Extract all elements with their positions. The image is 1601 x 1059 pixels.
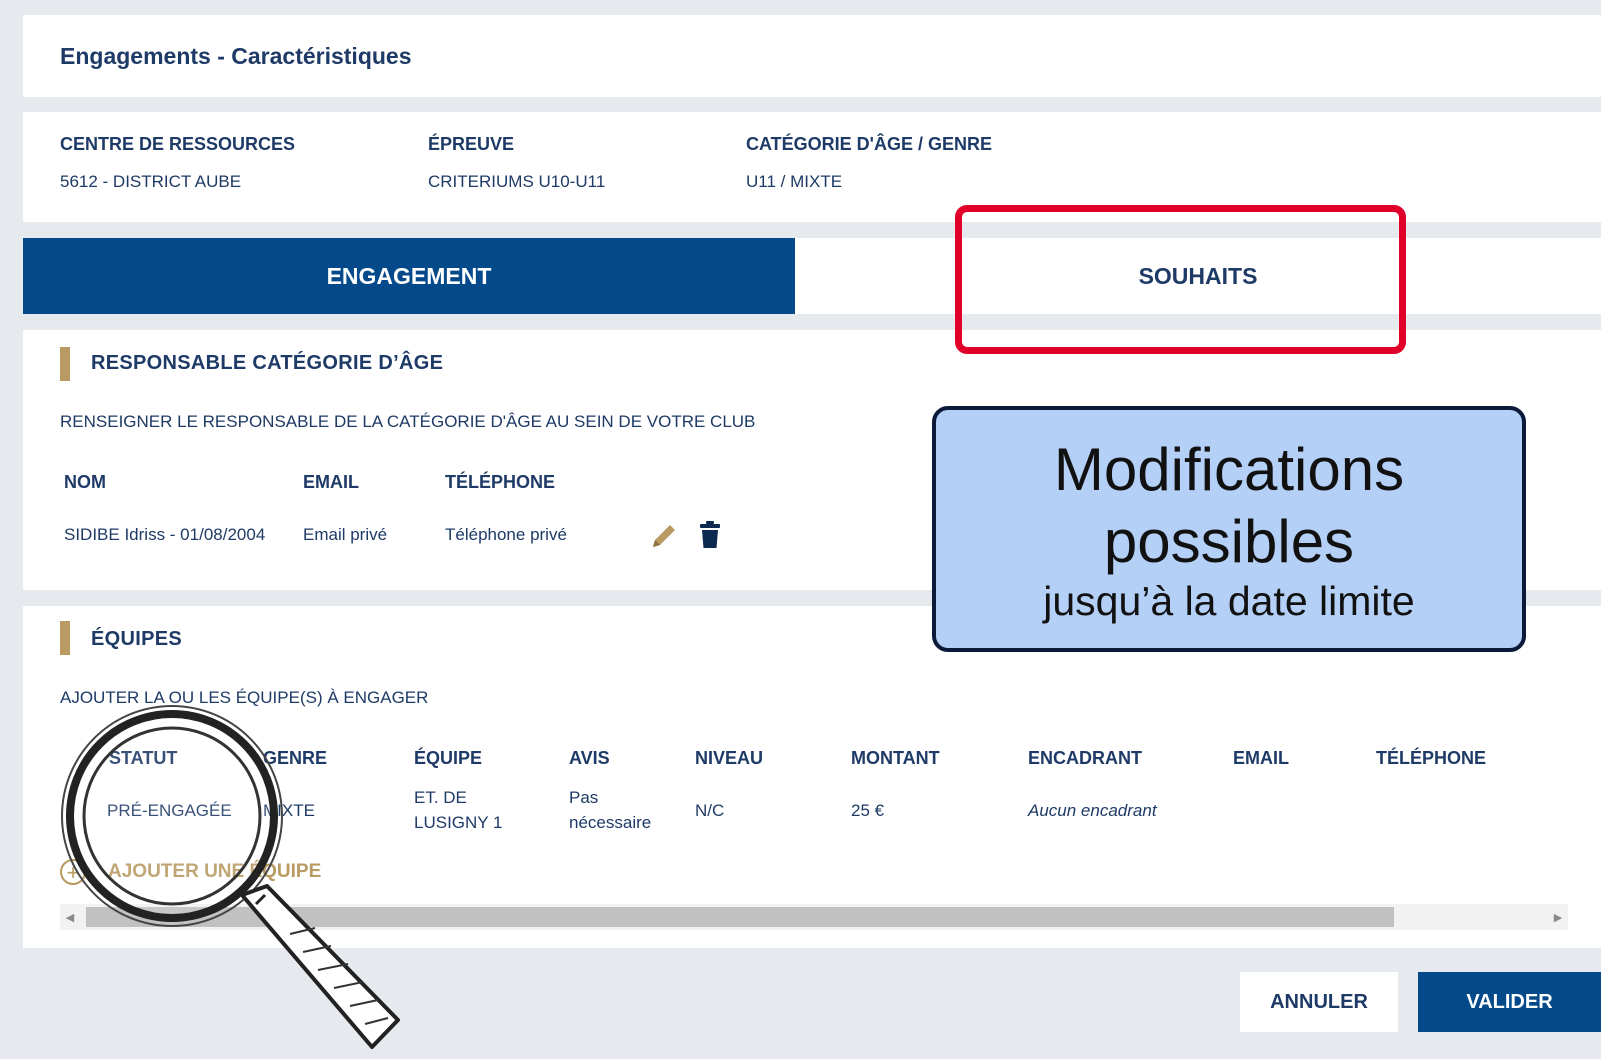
team-avis-line1: Pas <box>569 788 599 807</box>
callout-box: Modifications possibles jusqu’à la date … <box>932 406 1526 652</box>
info-label-centre: CENTRE DE RESSOURCES <box>60 134 296 154</box>
column-header-email: EMAIL <box>303 472 359 492</box>
column-header-genre: GENRE <box>263 748 328 768</box>
column-header-telephone: TÉLÉPHONE <box>445 472 556 492</box>
column-header-encadrant: ENCADRANT <box>1028 748 1142 768</box>
pencil-icon[interactable] <box>648 520 680 557</box>
responsable-nom: SIDIBE Idriss - 01/08/2004 <box>64 525 266 544</box>
scrollbar-thumb[interactable] <box>86 907 1394 927</box>
responsable-email: Email privé <box>303 525 388 544</box>
team-encadrant: Aucun encadrant <box>1028 801 1157 820</box>
scroll-left-icon[interactable]: ◀ <box>60 904 80 930</box>
cancel-button[interactable]: ANNULER <box>1240 972 1398 1032</box>
section-title-equipes: ÉQUIPES <box>91 628 183 650</box>
trash-icon[interactable] <box>699 520 721 555</box>
column-header-montant: MONTANT <box>851 748 940 768</box>
team-equipe-line1: ET. DE <box>414 788 467 807</box>
add-team-button[interactable]: + AJOUTER UNE ÉQUIPE <box>60 859 321 885</box>
column-header-telephone: TÉLÉPHONE <box>1376 748 1487 768</box>
tab-engagement[interactable]: ENGAGEMENT <box>23 238 795 314</box>
team-niveau: N/C <box>695 801 725 820</box>
callout-main: Modifications possibles <box>936 434 1522 578</box>
section-accent-bar <box>60 347 70 381</box>
column-header-equipe: ÉQUIPE <box>414 748 483 768</box>
team-equipe: ET. DE LUSIGNY 1 <box>414 785 503 835</box>
team-avis: Pas nécessaire <box>569 785 651 835</box>
column-header-avis: AVIS <box>569 748 610 768</box>
team-genre: MIXTE <box>263 801 315 820</box>
callout-line2: possibles <box>1103 508 1355 575</box>
validate-button[interactable]: VALIDER <box>1418 972 1601 1032</box>
callout-line1: Modifications <box>1053 436 1405 503</box>
team-avis-line2: nécessaire <box>569 813 652 832</box>
info-label-categorie: CATÉGORIE D'ÂGE / GENRE <box>746 134 992 154</box>
responsable-telephone: Téléphone privé <box>445 525 567 544</box>
column-header-statut: STATUT <box>109 748 178 768</box>
scroll-right-icon[interactable]: ▶ <box>1548 904 1568 930</box>
page-title: Engagements - Caractéristiques <box>60 43 412 69</box>
section-subtitle-equipes: AJOUTER LA OU LES ÉQUIPE(S) À ENGAGER <box>60 688 429 707</box>
team-statut: PRÉ-ENGAGÉE <box>107 801 232 820</box>
plus-circle-icon: + <box>60 859 86 885</box>
equipes-section: ÉQUIPES AJOUTER LA OU LES ÉQUIPE(S) À EN… <box>23 606 1601 948</box>
horizontal-scrollbar[interactable]: ◀ ▶ <box>60 904 1568 930</box>
column-header-nom: NOM <box>64 472 106 492</box>
section-title-responsable: RESPONSABLE CATÉGORIE D’ÂGE <box>91 352 444 374</box>
info-value-centre: 5612 - DISTRICT AUBE <box>60 172 242 191</box>
column-header-niveau: NIVEAU <box>695 748 764 768</box>
info-value-categorie: U11 / MIXTE <box>746 172 843 191</box>
callout-sub: jusqu’à la date limite <box>1043 578 1415 624</box>
highlight-box <box>955 205 1406 354</box>
info-value-epreuve: CRITERIUMS U10-U11 <box>428 172 606 191</box>
team-equipe-line2: LUSIGNY 1 <box>414 813 503 832</box>
section-accent-bar <box>60 621 70 655</box>
team-montant: 25 € <box>851 801 885 820</box>
section-subtitle-responsable: RENSEIGNER LE RESPONSABLE DE LA CATÉGORI… <box>60 412 756 431</box>
info-label-epreuve: ÉPREUVE <box>428 134 515 154</box>
add-team-label: AJOUTER UNE ÉQUIPE <box>108 861 322 882</box>
header-card: Engagements - Caractéristiques <box>23 15 1601 97</box>
column-header-email: EMAIL <box>1233 748 1289 768</box>
